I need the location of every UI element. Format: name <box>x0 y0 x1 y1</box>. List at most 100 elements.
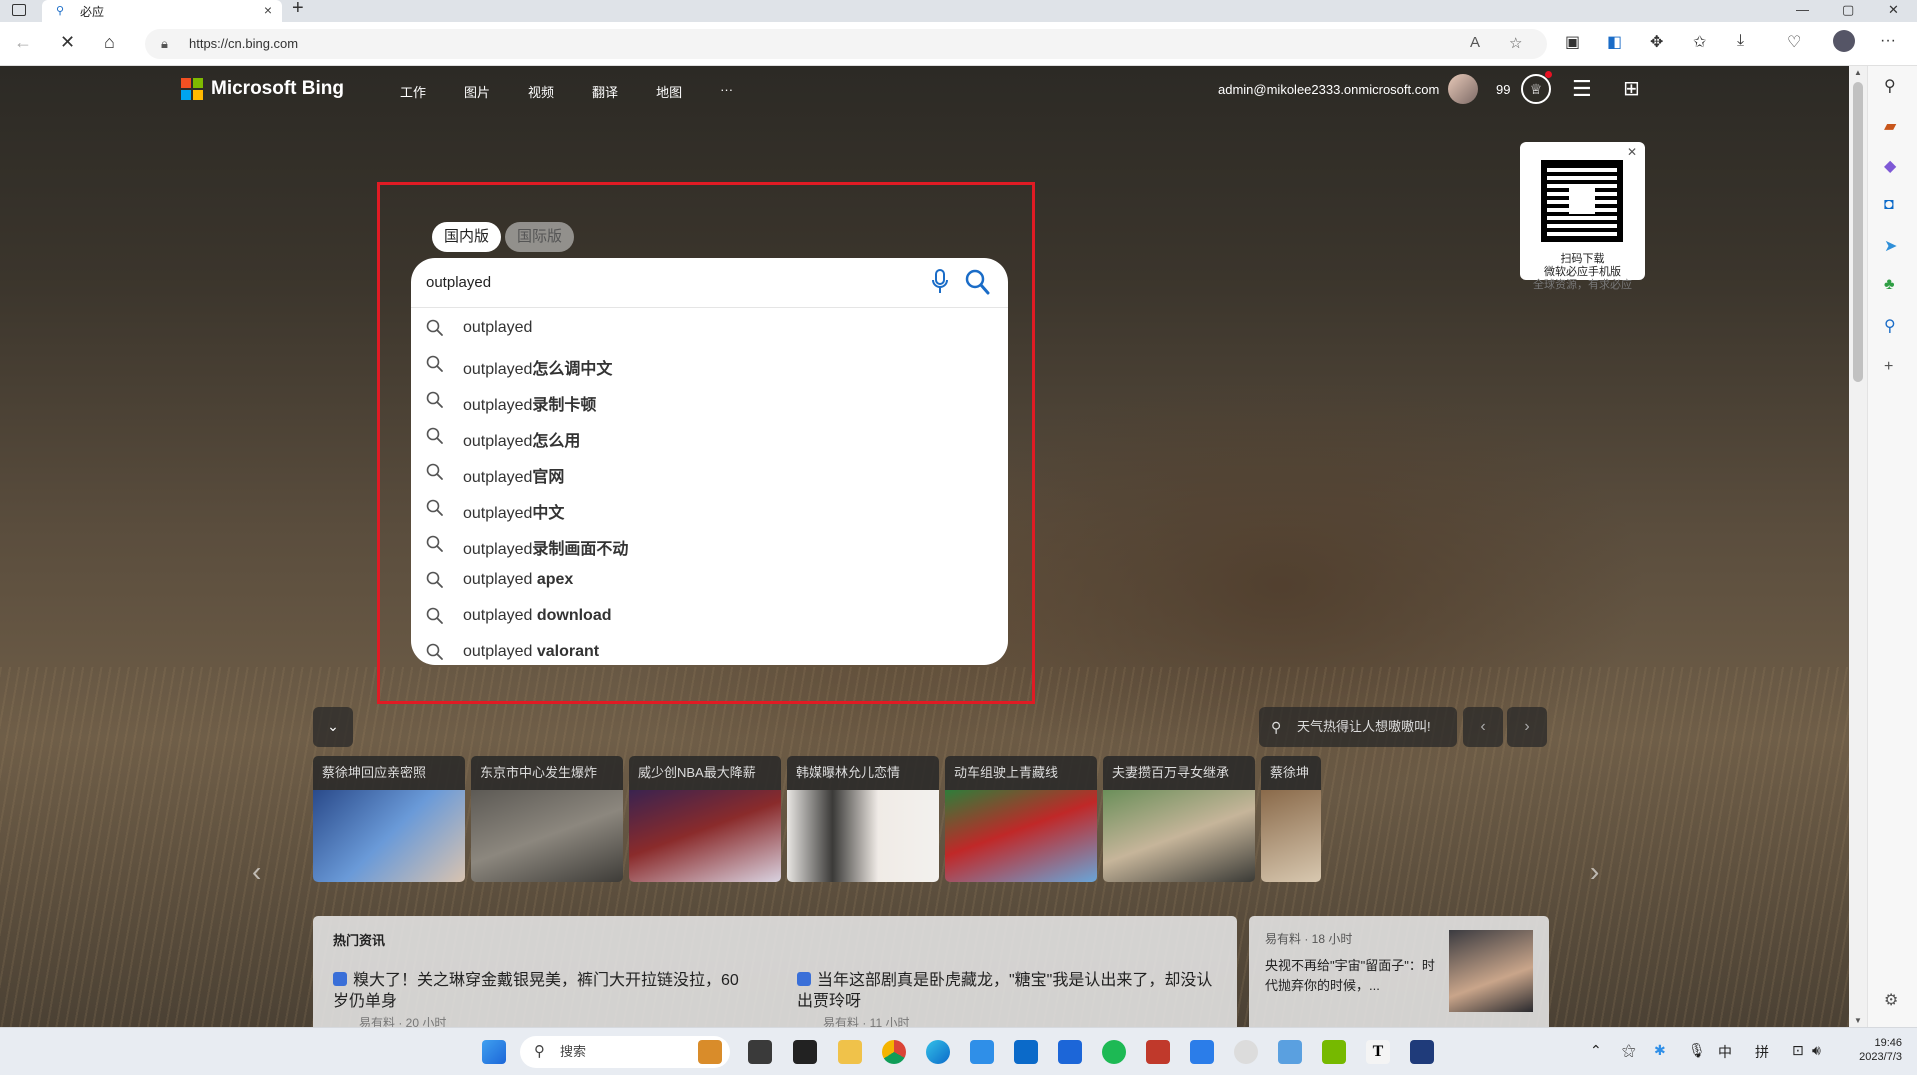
news-title[interactable]: 当年这部剧真是卧虎藏龙，"糖宝"我是认出来了，却没认出贾玲呀 <box>797 972 1212 1010</box>
start-button-icon[interactable] <box>482 1040 506 1064</box>
tab-close-icon[interactable]: × <box>264 2 272 18</box>
back-arrow-icon[interactable]: ← <box>14 32 32 53</box>
taskbar-edge-icon[interactable] <box>926 1040 950 1064</box>
suggestion-item[interactable]: outplayed怎么调中文 <box>411 346 1008 382</box>
scrollbar-thumb[interactable] <box>1853 82 1863 382</box>
tab-bing[interactable]: ⚲ 必应 × <box>42 0 282 22</box>
trending-card[interactable]: 动车组驶上青藏线 <box>945 756 1097 882</box>
nav-videos[interactable]: 视频 <box>528 82 554 101</box>
taskbar-nvidia-icon[interactable] <box>1322 1040 1346 1064</box>
side-news-card[interactable]: 易有料 · 18 小时 央视不再给"宇宙"留面子"：时代抛弃你的时候，... <box>1249 916 1549 1027</box>
taskbar-explorer-icon[interactable] <box>838 1040 862 1064</box>
nav-work[interactable]: 工作 <box>400 82 426 101</box>
more-options-icon[interactable]: ··· <box>1880 32 1896 50</box>
taskbar-store-icon[interactable] <box>1058 1040 1082 1064</box>
taskbar-terminal-icon[interactable] <box>793 1040 817 1064</box>
carousel-prev-button[interactable]: ‹ <box>1463 707 1503 747</box>
suggestion-item[interactable]: outplayed apex <box>411 562 1008 598</box>
tab-actions-icon[interactable] <box>12 4 26 16</box>
qr-card-close-icon[interactable]: ✕ <box>1627 145 1637 159</box>
rewards-trophy-icon[interactable]: ♕ <box>1521 74 1551 104</box>
nav-maps[interactable]: 地图 <box>656 82 682 101</box>
taskbar-photos-icon[interactable] <box>1278 1040 1302 1064</box>
trending-card[interactable]: 东京市中心发生爆炸 <box>471 756 623 882</box>
trending-card[interactable]: 夫妻攒百万寻女继承 <box>1103 756 1255 882</box>
taskbar-outlook-icon[interactable] <box>1014 1040 1038 1064</box>
suggestion-item[interactable]: outplayed <box>411 310 1008 346</box>
collapse-feed-button[interactable]: ⌄ <box>313 707 353 747</box>
account-avatar[interactable] <box>1448 74 1478 104</box>
tray-mic-icon[interactable]: 🎙︎ <box>1688 1042 1706 1059</box>
taskbar-taskview-icon[interactable] <box>748 1040 772 1064</box>
tray-volume-icon[interactable]: 🔊︎ <box>1812 1042 1821 1059</box>
extension-icon[interactable]: ◧ <box>1607 32 1622 52</box>
weather-pill[interactable]: ⚲ 天气热得让人想嗷嗷叫! <box>1259 707 1457 747</box>
microphone-icon[interactable] <box>929 268 951 296</box>
taskbar-chrome-icon[interactable] <box>882 1040 906 1064</box>
sidebar-telegram-icon[interactable]: ➤ <box>1884 236 1897 256</box>
minimize-button[interactable]: — <box>1796 2 1809 17</box>
nav-translate[interactable]: 翻译 <box>592 82 618 101</box>
page-scrollbar[interactable]: ▲ ▼ <box>1849 66 1867 1027</box>
scroll-up-arrow-icon[interactable]: ▲ <box>1854 68 1862 77</box>
sidebar-settings-icon[interactable]: ⚙ <box>1884 990 1898 1010</box>
search-icon[interactable] <box>964 268 990 296</box>
suggestion-item[interactable]: outplayed官网 <box>411 454 1008 490</box>
url-text[interactable]: https://cn.bing.com <box>189 36 298 51</box>
tray-app-icon[interactable]: ✱ <box>1654 1042 1666 1059</box>
taskbar-cloud-icon[interactable] <box>1234 1040 1258 1064</box>
menu-hamburger-icon[interactable]: ☰ <box>1572 76 1592 102</box>
sidebar-tree-icon[interactable]: ♣ <box>1884 276 1895 294</box>
side-news-image[interactable] <box>1449 930 1533 1012</box>
downloads-icon[interactable]: ⤓ <box>1737 32 1744 50</box>
trending-card[interactable]: 威少创NBA最大降薪 <box>629 756 781 882</box>
maximize-button[interactable]: ▢ <box>1842 2 1854 18</box>
taskbar-typora-icon[interactable]: T <box>1366 1040 1390 1064</box>
ime-chinese[interactable]: 中 <box>1718 1042 1732 1062</box>
suggestion-item[interactable]: outplayed valorant <box>411 634 1008 670</box>
sidebar-search-icon[interactable]: ⚲ <box>1884 76 1896 96</box>
news-title[interactable]: 糗大了！关之琳穿金戴银晃美，裤门大开拉链没拉，60岁仍单身 <box>333 972 739 1010</box>
tray-overflow-icon[interactable]: ⌃ <box>1590 1042 1602 1059</box>
nav-more[interactable]: ··· <box>720 82 733 101</box>
sidebar-copilot-icon[interactable]: ◆ <box>1884 156 1896 176</box>
sidebar-bing-search-icon[interactable]: ⚲ <box>1884 316 1896 336</box>
favorite-star-icon[interactable]: ☆ <box>1509 34 1522 52</box>
carousel-left-chevron-icon[interactable]: ‹ <box>252 856 261 888</box>
carousel-next-button[interactable]: › <box>1507 707 1547 747</box>
nav-images[interactable]: 图片 <box>464 82 490 101</box>
tray-network-app-icon[interactable]: ⚝ <box>1622 1042 1636 1059</box>
microsoft-bing-logo[interactable]: Microsoft Bing <box>181 78 344 100</box>
tray-network-icon[interactable]: ⊡ <box>1792 1042 1804 1059</box>
search-input[interactable]: outplayed <box>426 274 491 291</box>
trending-card[interactable]: 韩媒曝林允儿恋情 <box>787 756 939 882</box>
browser-essentials-icon[interactable]: ♡ <box>1787 32 1801 52</box>
taskbar-voicemeeter-icon[interactable] <box>1146 1040 1170 1064</box>
carousel-right-chevron-icon[interactable]: › <box>1590 856 1599 888</box>
favorites-icon[interactable]: ✩ <box>1693 32 1706 52</box>
read-aloud-icon[interactable]: A <box>1470 34 1480 51</box>
sidebar-add-icon[interactable]: + <box>1884 358 1893 376</box>
taskbar-spotify-icon[interactable] <box>1102 1040 1126 1064</box>
taskbar-todo-icon[interactable] <box>970 1040 994 1064</box>
sidebar-tools-icon[interactable]: ▰ <box>1884 116 1896 136</box>
ime-pinyin[interactable]: 拼 <box>1755 1042 1769 1062</box>
extensions-puzzle-icon[interactable]: ✥ <box>1650 32 1663 52</box>
suggestion-item[interactable]: outplayed录制卡顿 <box>411 382 1008 418</box>
rewards-points[interactable]: 99 <box>1496 82 1510 97</box>
account-email[interactable]: admin@mikolee2333.onmicrosoft.com <box>1218 82 1439 97</box>
taskbar-clock[interactable]: 19:46 2023/7/3 <box>1842 1036 1902 1064</box>
news-item[interactable]: 当年这部剧真是卧虎藏龙，"糖宝"我是认出来了，却没认出贾玲呀 <box>797 970 1217 1012</box>
scroll-down-arrow-icon[interactable]: ▼ <box>1854 1016 1862 1025</box>
trending-card[interactable]: 蔡徐坤回应亲密照 <box>313 756 465 882</box>
close-window-button[interactable]: ✕ <box>1888 2 1899 18</box>
collections-icon[interactable]: ▣ <box>1565 32 1580 52</box>
qr-code-icon[interactable]: ⊞ <box>1623 76 1640 101</box>
taskbar-briefcase-icon[interactable] <box>698 1040 722 1064</box>
suggestion-item[interactable]: outplayed中文 <box>411 490 1008 526</box>
tab-domestic[interactable]: 国内版 <box>432 222 502 252</box>
taskbar-app2-icon[interactable] <box>1410 1040 1434 1064</box>
lock-icon[interactable]: 🔒︎ <box>161 36 168 52</box>
news-item[interactable]: 糗大了！关之琳穿金戴银晃美，裤门大开拉链没拉，60岁仍单身 <box>333 970 753 1012</box>
taskbar-app-icon[interactable] <box>1190 1040 1214 1064</box>
